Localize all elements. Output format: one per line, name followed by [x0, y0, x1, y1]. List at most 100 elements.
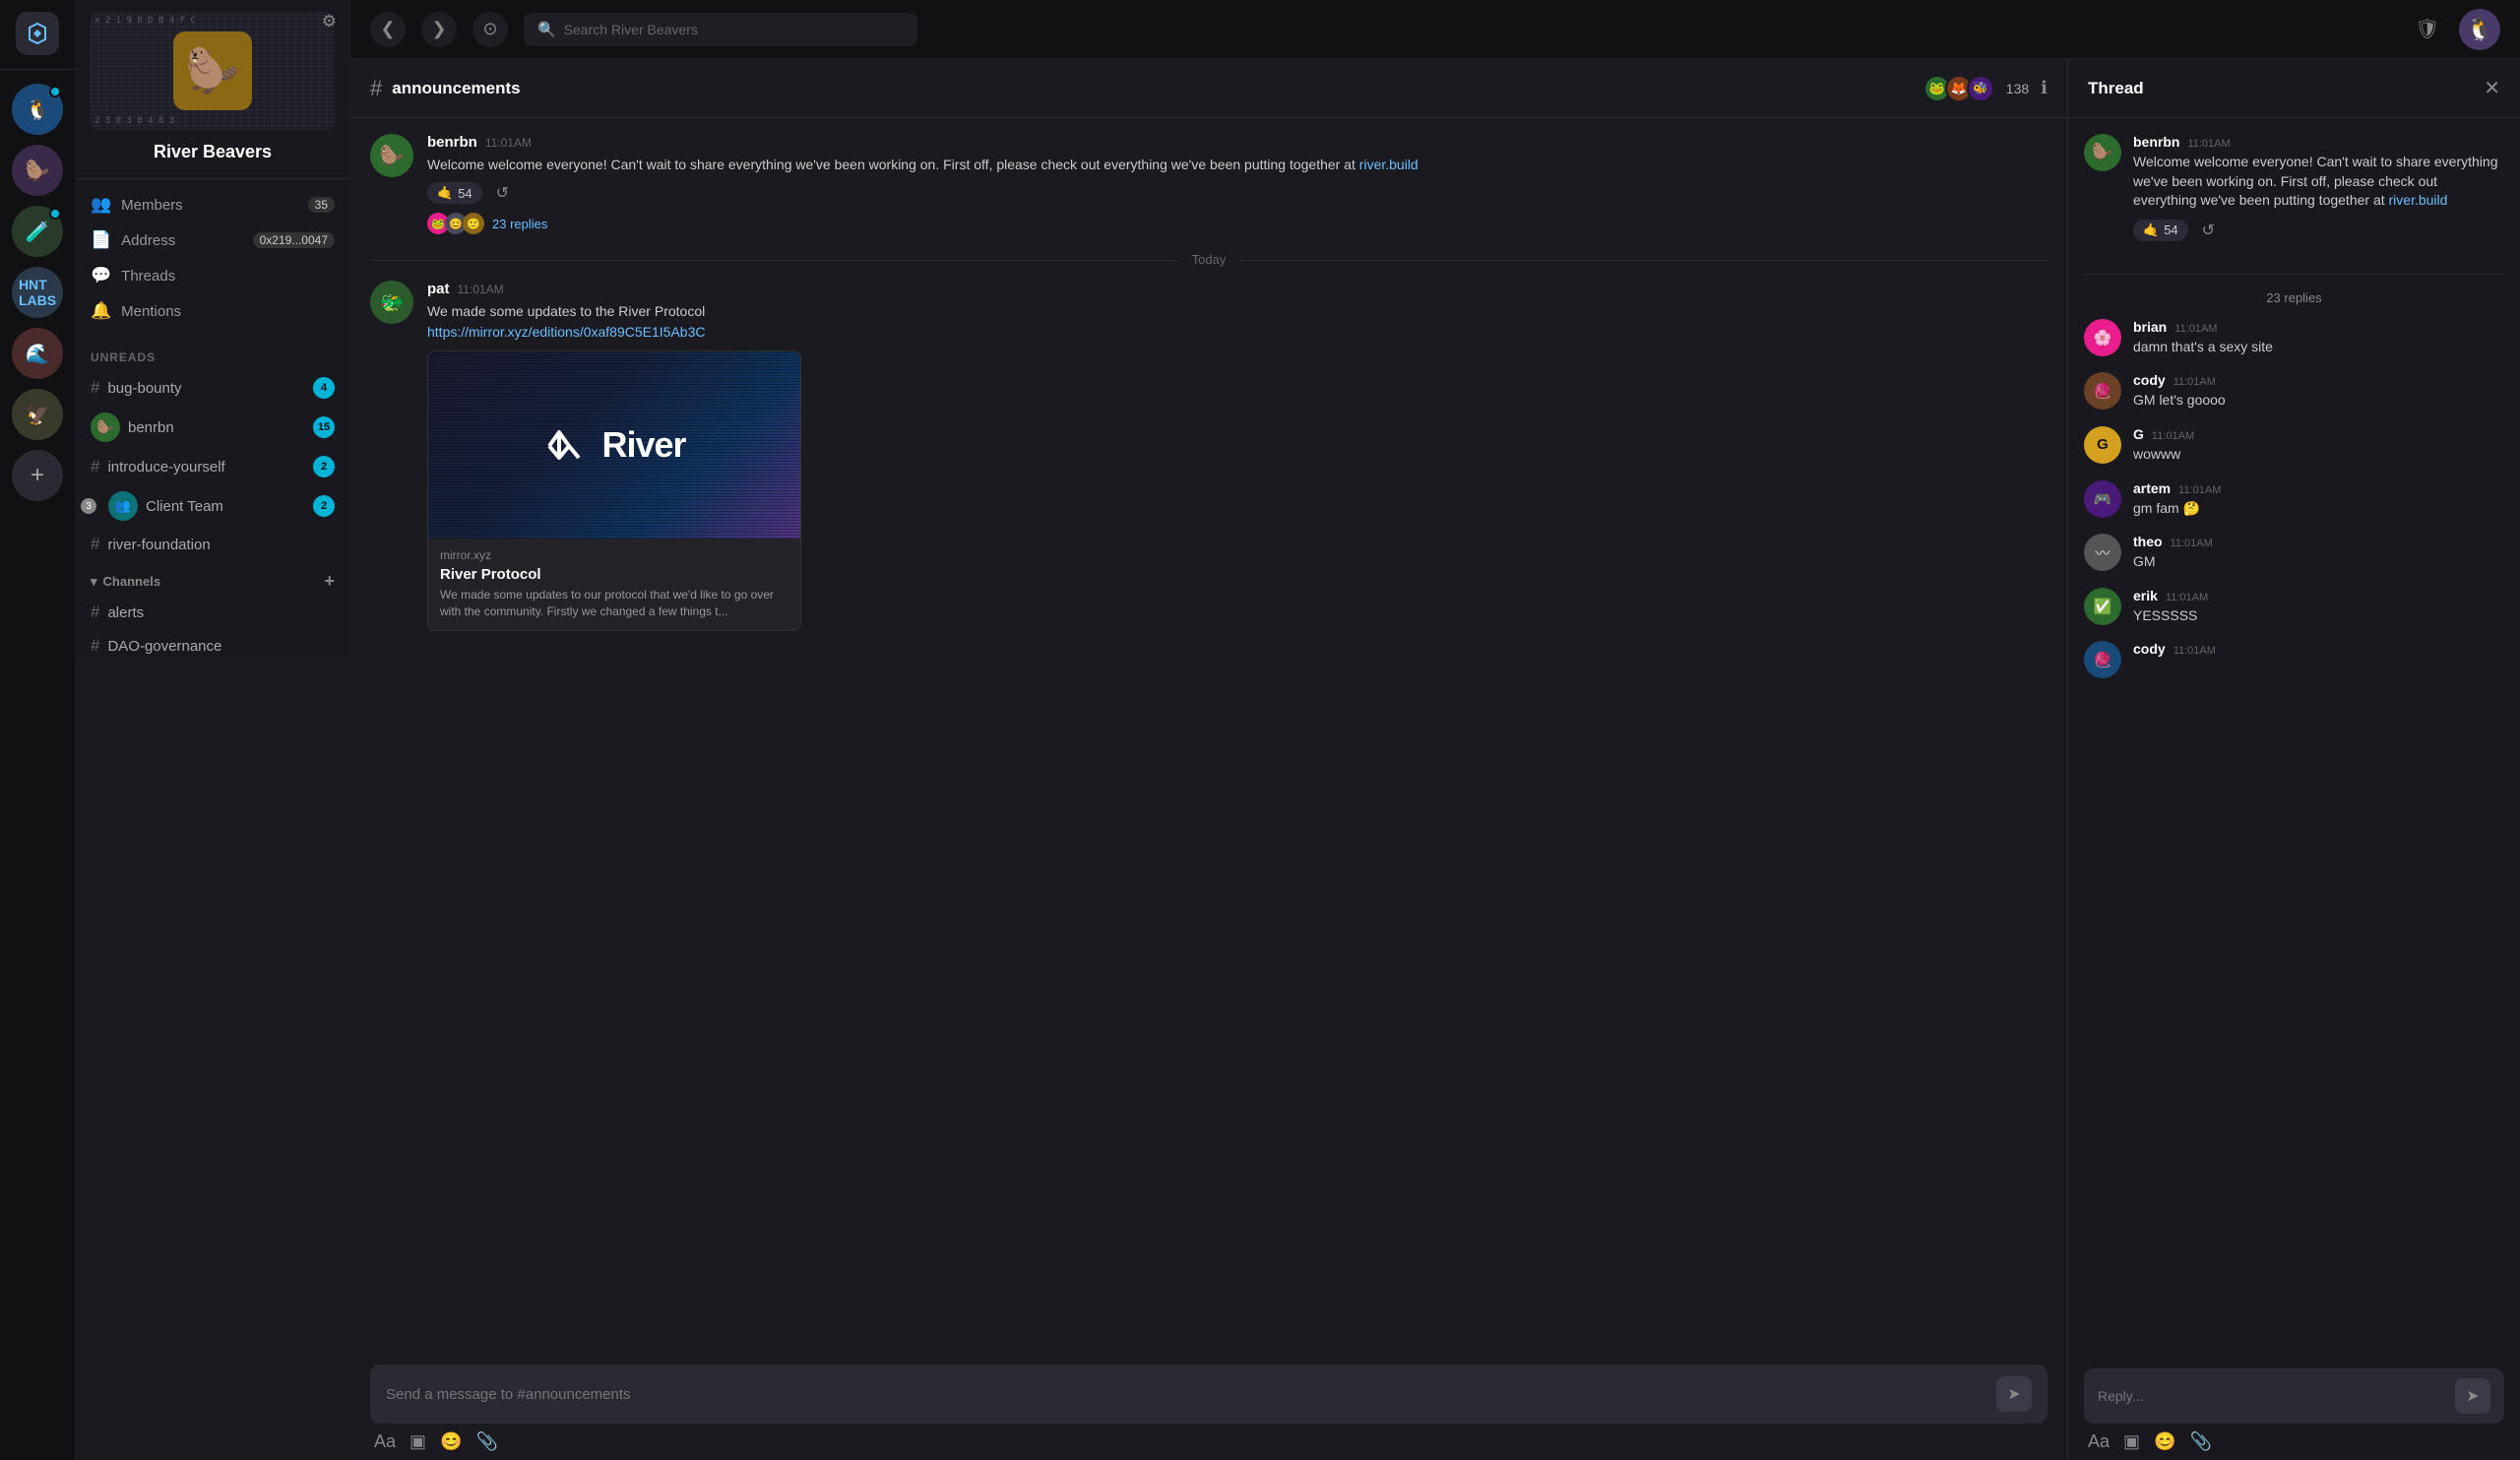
add-server-button[interactable]: + — [12, 450, 63, 501]
thread-orig-username: benrbn — [2133, 134, 2179, 150]
sidebar-item-members[interactable]: 👥 Members 35 — [75, 187, 350, 222]
unread-badge: 2 — [313, 495, 335, 517]
members-label: Members — [121, 197, 183, 214]
msg-text: We made some updates to the River Protoc… — [427, 301, 2048, 343]
member-avatar: 🐝 — [1967, 75, 1994, 102]
server-avatar-2[interactable]: 🧪 — [12, 206, 63, 257]
channel-item-dao-governance[interactable]: # DAO-governance — [75, 629, 350, 663]
channel-item-bug-bounty[interactable]: # bug-bounty 4 — [75, 370, 350, 406]
server-avatar-3[interactable]: HNTLABS — [12, 267, 63, 318]
reply-time: 11:01AM — [2178, 484, 2221, 496]
reply-time: 11:01AM — [2174, 645, 2216, 657]
thread-reply-brian: 🌸 brian 11:01AM damn that's a sexy site — [2084, 319, 2504, 357]
search-bar[interactable]: 🔍 Search River Beavers — [524, 13, 917, 46]
thread-orig-content: benrbn 11:01AM Welcome welcome everyone!… — [2133, 134, 2504, 242]
add-reaction-button[interactable]: ↺ — [490, 181, 515, 205]
link-preview-image: River — [428, 351, 800, 539]
thread-add-reaction-button[interactable]: ↺ — [2196, 219, 2221, 242]
sidebar-item-address[interactable]: 📄 Address 0x219...0047 — [75, 222, 350, 258]
channel-name: introduce-yourself — [107, 459, 305, 476]
app-logo[interactable] — [16, 12, 59, 55]
banner-numbers-top: x 2 1 9 8 D B 4 F C — [91, 16, 335, 26]
thread-reply-content: G 11:01AM wowww — [2133, 426, 2194, 465]
thread-avatar-brian: 🌸 — [2084, 319, 2121, 356]
message-input-area: ➤ Aa ▣ 😊 📎 — [350, 1353, 2067, 1460]
settings-icon[interactable]: ⚙ — [322, 12, 337, 32]
thread-text-format-button[interactable]: Aa — [2088, 1431, 2110, 1452]
sidebar-item-threads[interactable]: 💬 Threads — [75, 258, 350, 293]
server-avatar-5[interactable]: 🦅 — [12, 389, 63, 440]
channel-item-alerts[interactable]: # alerts — [75, 596, 350, 629]
river-logo: River — [542, 421, 685, 469]
channel-name: river-foundation — [107, 537, 335, 553]
server-avatar-4[interactable]: 🌊 — [12, 328, 63, 379]
banner-numbers-bottom: 2 3 0 3 0 4 6 3 — [91, 116, 335, 126]
thread-reply-content: cody 11:01AM — [2133, 641, 2216, 678]
threads-label: Threads — [121, 268, 175, 285]
thread-reaction-button[interactable]: 🤙 54 — [2133, 220, 2188, 241]
member-avatars: 🐸 🦊 🐝 — [1923, 75, 1994, 102]
msg-header: pat 11:01AM — [427, 281, 2048, 297]
back-button[interactable]: ❮ — [370, 12, 406, 47]
sidebar-nav: 👥 Members 35 📄 Address 0x219...0047 💬 Th… — [75, 179, 350, 337]
thread-orig-avatar: 🦫 — [2084, 134, 2121, 171]
thread-avatar-cody1: 🧶 — [2084, 372, 2121, 410]
thread-original-message: 🦫 benrbn 11:01AM Welcome welcome everyon… — [2084, 134, 2504, 275]
channels-section-header[interactable]: ▾ Channels + — [75, 561, 350, 596]
thread-attach-button[interactable]: 📎 — [2189, 1431, 2211, 1452]
forward-button[interactable]: ❯ — [421, 12, 457, 47]
text-format-button[interactable]: Aa — [374, 1431, 396, 1452]
thread-send-button[interactable]: ➤ — [2455, 1378, 2490, 1414]
server-header: 🦫 x 2 1 9 8 D B 4 F C 2 3 0 3 0 4 6 3 Ri… — [75, 0, 350, 179]
message-input[interactable] — [386, 1386, 1986, 1403]
members-icon: 👥 — [91, 195, 111, 215]
reply-text: GM — [2133, 552, 2213, 572]
send-button[interactable]: ➤ — [1996, 1376, 2032, 1412]
reply-count[interactable]: 23 replies — [492, 217, 547, 231]
address-value: 0x219...0047 — [253, 232, 335, 248]
channel-hash-icon: # — [370, 76, 382, 101]
river-logo-icon — [542, 421, 590, 469]
channel-name: bug-bounty — [107, 380, 305, 397]
thread-close-button[interactable]: ✕ — [2484, 76, 2500, 100]
thread-image-button[interactable]: ▣ — [2123, 1431, 2140, 1452]
members-count: 35 — [308, 197, 335, 213]
date-divider: Today — [370, 252, 2048, 267]
user-avatar-top[interactable]: 🐧 — [2459, 9, 2500, 50]
attach-button[interactable]: 📎 — [475, 1431, 497, 1452]
mirror-link[interactable]: https://mirror.xyz/editions/0xaf89C5E1I5… — [427, 324, 705, 340]
thread-avatar-theo: 〰 — [2084, 534, 2121, 571]
thread-emoji-button[interactable]: 😊 — [2154, 1431, 2175, 1452]
reaction-button[interactable]: 🤙 54 — [427, 182, 482, 204]
preview-title: River Protocol — [440, 566, 788, 583]
thread-messages[interactable]: 🦫 benrbn 11:01AM Welcome welcome everyon… — [2068, 118, 2520, 1357]
reply-username: brian — [2133, 319, 2167, 335]
messages-area[interactable]: 🦫 benrbn 11:01AM Welcome welcome everyon… — [350, 118, 2067, 1353]
history-button[interactable]: ⊙ — [472, 12, 508, 47]
thread-reply-content: cody 11:01AM GM let's goooo — [2133, 372, 2226, 411]
link-preview-card: River mirror.xyz River Protocol We made … — [427, 350, 801, 631]
reply-time: 11:01AM — [2152, 430, 2194, 442]
image-button[interactable]: ▣ — [410, 1431, 426, 1452]
river-build-link[interactable]: river.build — [1359, 157, 1418, 172]
add-channel-icon[interactable]: + — [324, 571, 335, 592]
info-button[interactable]: ℹ — [2041, 78, 2048, 98]
server-avatar-0[interactable]: 🐧 — [12, 84, 63, 135]
thread-orig-link[interactable]: river.build — [2389, 192, 2448, 208]
emoji-button[interactable]: 😊 — [440, 1431, 462, 1452]
hash-icon: # — [91, 378, 99, 398]
mentions-icon: 🔔 — [91, 301, 111, 321]
channel-item-benrbn[interactable]: 🦫 benrbn 15 — [75, 406, 350, 449]
server-avatar-1[interactable]: 🦫 — [12, 145, 63, 196]
sidebar-item-mentions[interactable]: 🔔 Mentions — [75, 293, 350, 329]
top-bar-right: 🛡 🐧 — [2410, 9, 2500, 50]
thread-reply-input[interactable] — [2098, 1388, 2445, 1404]
channel-item-river-foundation[interactable]: # river-foundation — [75, 528, 350, 561]
banner-canvas: 🦫 — [91, 12, 335, 130]
channel-item-client-team[interactable]: 3 👥 Client Team 2 — [75, 484, 350, 528]
channel-item-introduce-yourself[interactable]: # introduce-yourself 2 — [75, 449, 350, 484]
shield-icon-button[interactable]: 🛡 — [2410, 12, 2445, 47]
reply-username: artem — [2133, 480, 2171, 496]
msg-time: 11:01AM — [458, 283, 504, 296]
thread-reply-content: brian 11:01AM damn that's a sexy site — [2133, 319, 2273, 357]
